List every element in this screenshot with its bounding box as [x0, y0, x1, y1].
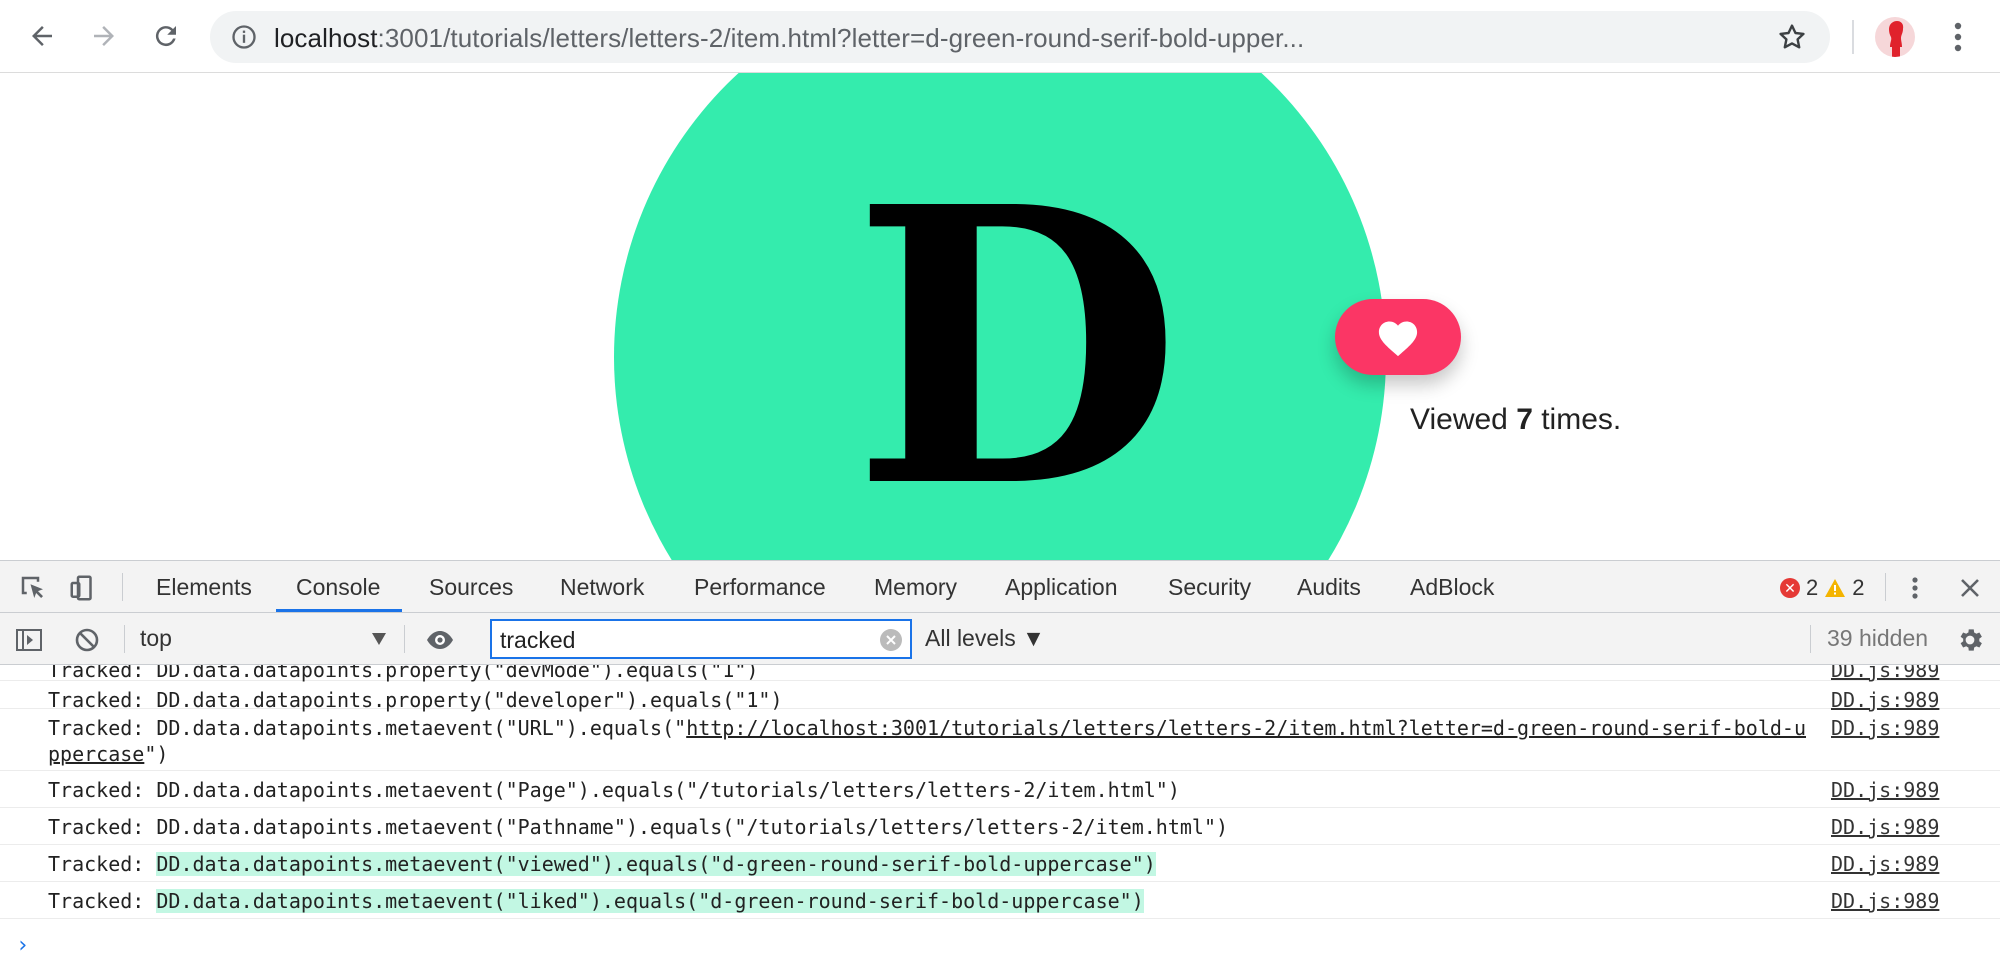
log-levels-label: All levels	[925, 625, 1016, 651]
reload-button[interactable]	[144, 14, 188, 58]
toolbar-divider	[1852, 20, 1854, 54]
info-icon[interactable]	[230, 23, 258, 51]
tab-elements[interactable]: Elements	[156, 561, 252, 613]
browser-window: localhost:3001/tutorials/letters/letters…	[0, 0, 2000, 966]
console-row: Tracked: DD.data.datapoints.property("de…	[0, 665, 2000, 682]
active-tab-indicator	[276, 609, 402, 612]
console-message: Tracked: DD.data.datapoints.metaevent("l…	[48, 888, 1818, 914]
console-filter-input[interactable]: tracked	[490, 619, 912, 659]
console-row: Tracked: DD.data.datapoints.metaevent("P…	[0, 771, 2000, 808]
letter-glyph: D	[852, 124, 1182, 560]
toolbar-divider-1	[124, 625, 125, 653]
message-prefix: Tracked:	[48, 778, 157, 802]
message-text: DD.data.datapoints.metaevent("Page").equ…	[156, 778, 1180, 802]
console-prompt[interactable]: ›	[16, 933, 29, 958]
issues-counter[interactable]: ✕ 2 2	[1780, 575, 1865, 601]
message-prefix: Tracked:	[48, 889, 157, 913]
devtools-tab-bar: Elements Console Sources Network Performance…	[0, 561, 2000, 613]
source-link[interactable]: DD.js:989	[1831, 777, 1939, 803]
tab-adblock[interactable]: AdBlock	[1410, 561, 1494, 613]
tab-network[interactable]: Network	[560, 561, 644, 613]
context-select[interactable]: top	[140, 625, 172, 652]
tab-console[interactable]: Console	[296, 561, 380, 613]
devtools-menu-icon[interactable]	[1900, 573, 1930, 603]
forward-button[interactable]	[82, 14, 126, 58]
filter-value: tracked	[500, 627, 576, 653]
source-link[interactable]: DD.js:989	[1831, 814, 1939, 840]
console-row: Tracked: DD.data.datapoints.property("de…	[0, 681, 2000, 712]
tab-security[interactable]: Security	[1168, 561, 1251, 613]
back-button[interactable]	[20, 14, 64, 58]
tab-application[interactable]: Application	[1005, 561, 1118, 613]
clear-console-icon[interactable]	[72, 625, 102, 655]
console-message: Tracked: DD.data.datapoints.metaevent("P…	[48, 814, 1818, 840]
console-row: Tracked: DD.data.datapoints.metaevent("l…	[0, 882, 2000, 919]
console-settings-gear-icon[interactable]	[1955, 625, 1985, 655]
browser-toolbar: localhost:3001/tutorials/letters/letters…	[0, 0, 2000, 73]
console-row: Tracked: DD.data.datapoints.metaevent("U…	[0, 709, 2000, 771]
console-row: Tracked: DD.data.datapoints.metaevent("P…	[0, 808, 2000, 845]
source-link[interactable]: DD.js:989	[1831, 851, 1939, 877]
source-link[interactable]: DD.js:989	[1831, 715, 1939, 741]
views-prefix: Viewed	[1410, 403, 1517, 436]
tab-performance[interactable]: Performance	[694, 561, 826, 613]
arrow-left-icon	[32, 26, 52, 46]
page-viewport: D Viewed 7 times.	[0, 73, 2000, 560]
message-text: DD.data.datapoints.metaevent("liked").eq…	[156, 889, 1144, 913]
device-toolbar-icon[interactable]	[68, 573, 98, 603]
devtools-panel: Elements Console Sources Network Performance…	[0, 560, 2000, 966]
profile-avatar[interactable]	[1875, 17, 1915, 57]
message-text: DD.data.datapoints.metaevent("Pathname")…	[156, 815, 1229, 839]
console-message: Tracked: DD.data.datapoints.metaevent("P…	[48, 777, 1818, 803]
message-prefix: Tracked:	[48, 665, 157, 682]
console-message: Tracked: DD.data.datapoints.metaevent("U…	[48, 715, 1818, 767]
views-suffix: times.	[1532, 403, 1622, 436]
inspect-element-icon[interactable]	[18, 573, 48, 603]
url-host: localhost	[274, 23, 378, 53]
view-count-text: Viewed 7 times.	[1410, 403, 1621, 437]
warning-count: 2	[1852, 575, 1865, 600]
console-messages: Tracked: DD.data.datapoints.property("de…	[0, 665, 2000, 966]
like-button[interactable]	[1335, 299, 1461, 375]
message-prefix: Tracked:	[48, 815, 157, 839]
message-prefix: Tracked:	[48, 852, 157, 876]
source-link[interactable]: DD.js:989	[1831, 888, 1939, 914]
warning-icon	[1825, 579, 1846, 597]
error-icon: ✕	[1780, 578, 1800, 598]
console-toolbar: top tracked All levels ▼ 39 hidden	[0, 613, 2000, 665]
profile-figure-icon	[1889, 21, 1904, 57]
message-text-end: ")	[144, 742, 169, 766]
bookmark-star-icon[interactable]	[1776, 21, 1808, 53]
clear-filter-icon[interactable]	[880, 629, 902, 651]
context-dropdown-icon[interactable]	[372, 633, 386, 645]
reload-icon	[155, 26, 176, 47]
message-text: DD.data.datapoints.metaevent("viewed").e…	[156, 852, 1156, 876]
views-count: 7	[1516, 403, 1533, 436]
url-text: localhost:3001/tutorials/letters/letters…	[274, 23, 1304, 54]
show-sidebar-icon[interactable]	[14, 625, 44, 655]
message-prefix: Tracked:	[48, 716, 157, 740]
url-path: :3001/tutorials/letters/letters-2/item.h…	[377, 23, 1305, 53]
message-text: DD.data.datapoints.metaevent("URL").equa…	[156, 716, 687, 740]
toolbar-divider-3	[1810, 625, 1811, 653]
browser-menu-icon[interactable]	[1940, 17, 1976, 57]
error-count: 2	[1806, 575, 1819, 600]
address-bar[interactable]: localhost:3001/tutorials/letters/letters…	[210, 11, 1830, 63]
chevron-down-icon: ▼	[1022, 625, 1045, 651]
close-devtools-icon[interactable]	[1955, 573, 1985, 603]
toolbar-divider-2	[404, 625, 405, 653]
tab-audits[interactable]: Audits	[1297, 561, 1361, 613]
tab-bar-divider	[122, 573, 123, 601]
tab-sources[interactable]: Sources	[429, 561, 513, 613]
arrow-right-icon	[94, 26, 114, 46]
hidden-messages-count: 39 hidden	[1827, 625, 1929, 651]
console-message: Tracked: DD.data.datapoints.metaevent("v…	[48, 851, 1818, 877]
live-expression-eye-icon[interactable]	[425, 625, 455, 655]
log-levels-dropdown[interactable]: All levels ▼	[925, 625, 1045, 652]
message-text: DD.data.datapoints.property("devMode").e…	[156, 665, 759, 682]
heart-icon	[1378, 321, 1418, 357]
console-row: Tracked: DD.data.datapoints.metaevent("v…	[0, 845, 2000, 882]
tab-memory[interactable]: Memory	[874, 561, 957, 613]
tab-bar-divider-right	[1885, 573, 1886, 601]
